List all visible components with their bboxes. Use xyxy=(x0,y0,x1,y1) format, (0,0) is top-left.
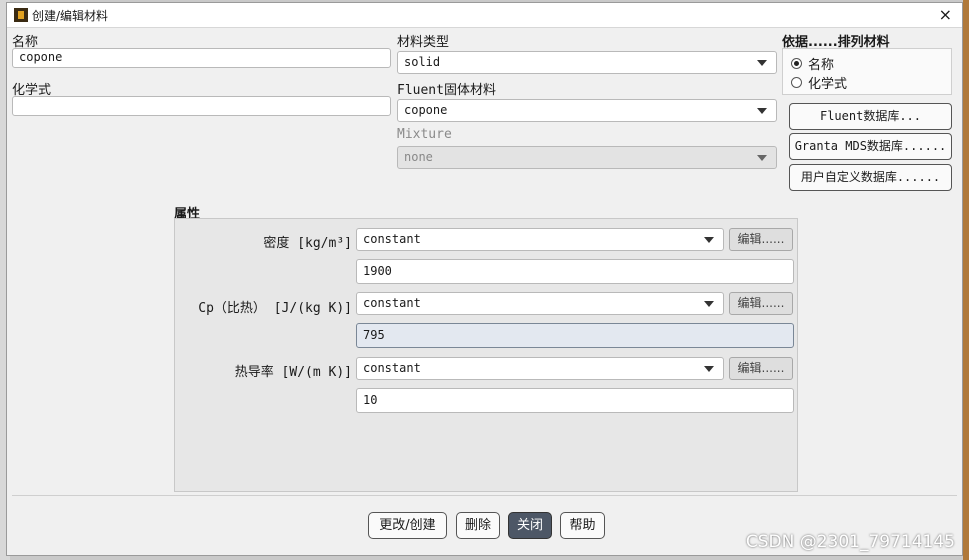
chevron-down-icon xyxy=(757,155,767,161)
thermal-conductivity-method-value: constant xyxy=(363,361,421,375)
user-defined-database-button[interactable]: 用户自定义数据库...... xyxy=(789,164,952,191)
cp-label: Cp（比热） [J/(kg K)] xyxy=(198,301,352,316)
fluent-app-icon xyxy=(14,8,28,22)
thermal-conductivity-method-select[interactable]: constant xyxy=(356,357,724,380)
name-input[interactable]: copone xyxy=(12,48,391,68)
chevron-down-icon xyxy=(757,108,767,114)
fluent-database-button[interactable]: Fluent数据库... xyxy=(789,103,952,130)
density-method-select[interactable]: constant xyxy=(356,228,724,251)
chevron-down-icon xyxy=(704,237,714,243)
create-edit-material-dialog: 创建/编辑材料 × 名称 copone 化学式 材料类型 solid Fluen… xyxy=(6,2,963,556)
chevron-down-icon xyxy=(704,366,714,372)
csdn-watermark: CSDN @2301_79714145 xyxy=(745,532,955,552)
close-icon[interactable]: × xyxy=(939,5,952,24)
radio-unchecked-icon xyxy=(791,77,802,88)
cp-method-value: constant xyxy=(363,296,421,310)
material-type-select[interactable]: solid xyxy=(397,51,777,74)
density-value-input[interactable]: 1900 xyxy=(356,259,794,284)
fluent-solid-select[interactable]: copone xyxy=(397,99,777,122)
density-label: 密度 [kg/m³] xyxy=(263,236,352,251)
sort-by-name-radio[interactable]: 名称 xyxy=(791,54,834,73)
thermal-conductivity-edit-button[interactable]: 编辑...... xyxy=(729,357,793,380)
material-type-label: 材料类型 xyxy=(397,35,450,50)
mixture-value: none xyxy=(404,150,433,164)
footer-divider xyxy=(12,495,957,496)
radio-checked-icon xyxy=(791,58,802,69)
help-button[interactable]: 帮助 xyxy=(560,512,605,539)
thermal-conductivity-label: 热导率 [W/(m K)] xyxy=(234,365,352,380)
granta-mds-database-button[interactable]: Granta MDS数据库...... xyxy=(789,133,952,160)
material-type-value: solid xyxy=(404,55,441,69)
window-title: 创建/编辑材料 xyxy=(32,9,109,23)
title-bar: 创建/编辑材料 × xyxy=(7,3,962,28)
sort-by-formula-radio[interactable]: 化学式 xyxy=(791,73,847,92)
density-edit-button[interactable]: 编辑...... xyxy=(729,228,793,251)
fluent-solid-label: Fluent固体材料 xyxy=(397,83,496,98)
cp-method-select[interactable]: constant xyxy=(356,292,724,315)
sort-by-formula-label: 化学式 xyxy=(808,77,848,92)
chevron-down-icon xyxy=(757,60,767,66)
density-method-value: constant xyxy=(363,232,421,246)
fluent-solid-value: copone xyxy=(404,103,448,117)
change-create-button[interactable]: 更改/创建 xyxy=(368,512,447,539)
thermal-conductivity-value-input[interactable]: 10 xyxy=(356,388,794,413)
delete-button[interactable]: 删除 xyxy=(456,512,500,539)
background-right xyxy=(963,0,969,560)
mixture-label: Mixture xyxy=(397,127,452,142)
cp-edit-button[interactable]: 编辑...... xyxy=(729,292,793,315)
sort-options-group: 名称 化学式 xyxy=(782,48,952,95)
sort-by-name-label: 名称 xyxy=(808,58,835,73)
cp-value-input[interactable]: 795 xyxy=(356,323,794,348)
formula-input[interactable] xyxy=(12,96,391,116)
properties-panel: 密度 [kg/m³] constant 编辑...... 1900 Cp（比热）… xyxy=(174,218,798,492)
chevron-down-icon xyxy=(704,301,714,307)
close-button[interactable]: 关闭 xyxy=(508,512,552,539)
mixture-select: none xyxy=(397,146,777,169)
